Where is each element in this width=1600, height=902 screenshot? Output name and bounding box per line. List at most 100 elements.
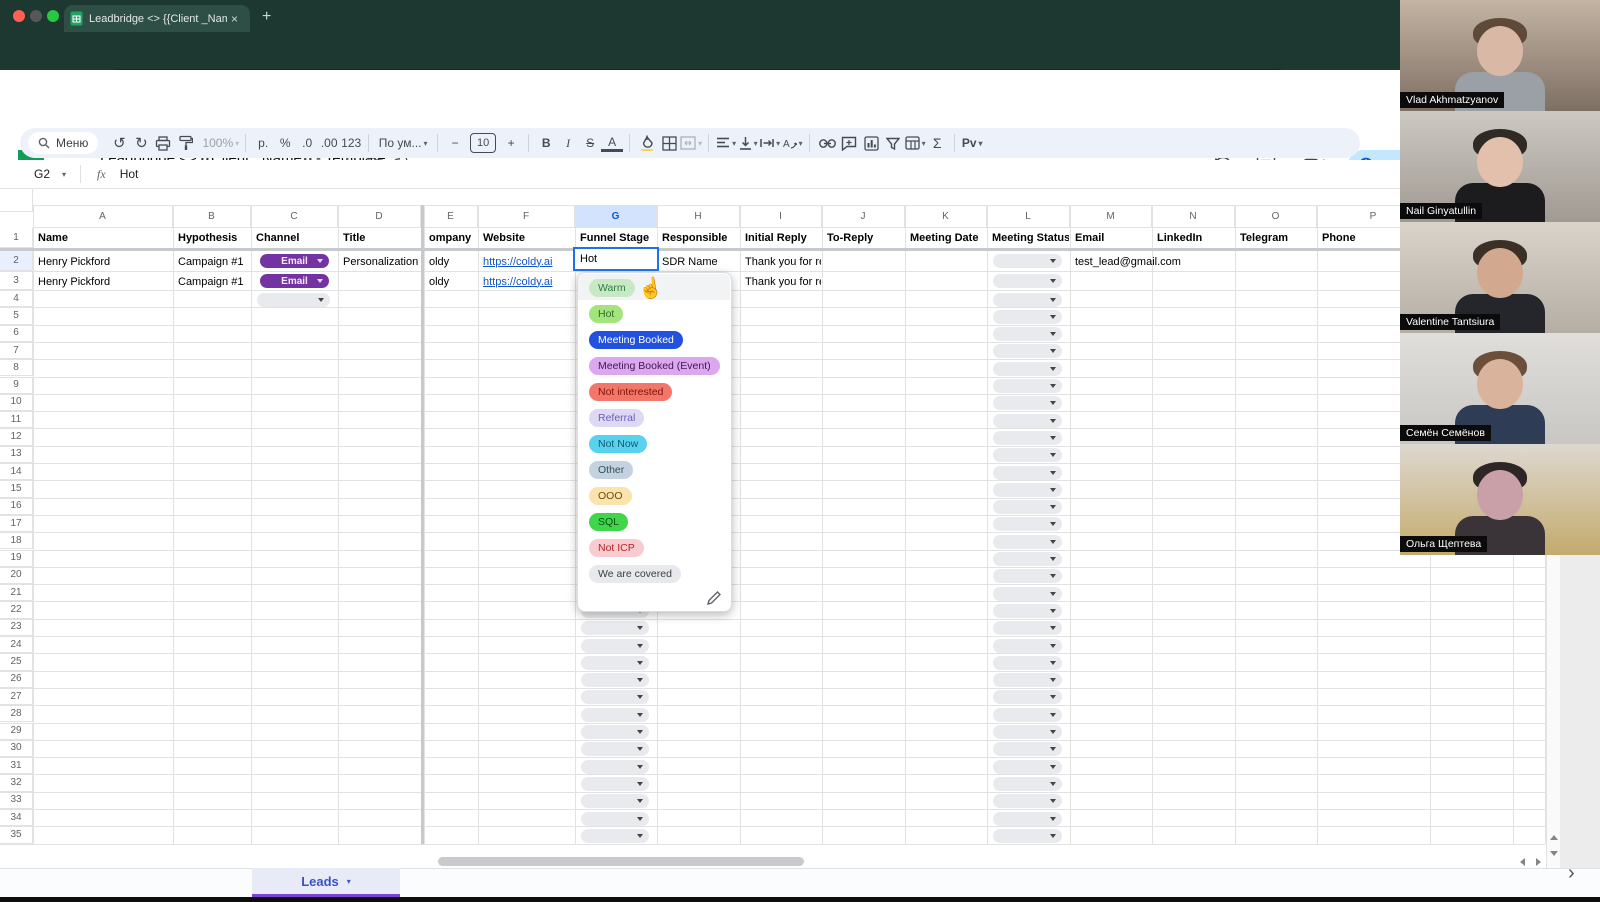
chip-caret-icon[interactable]: [317, 279, 323, 283]
meeting-status-chip[interactable]: [993, 569, 1062, 584]
fill-color-button[interactable]: [636, 131, 658, 155]
more-formats-button[interactable]: 123: [340, 131, 362, 155]
chip-caret-icon[interactable]: [1050, 470, 1056, 475]
dropdown-option-meeting-booked-event-[interactable]: Meeting Booked (Event): [589, 357, 720, 375]
row-header-28[interactable]: 28: [0, 705, 33, 723]
meeting-status-chip[interactable]: [993, 776, 1062, 791]
cell-I3[interactable]: Thank you for re: [745, 275, 821, 289]
row-header-16[interactable]: 16: [0, 497, 33, 515]
toolbar-search-menu[interactable]: Меню: [28, 132, 99, 154]
funnel-stage-chip[interactable]: [581, 673, 649, 688]
meeting-status-chip[interactable]: [993, 413, 1062, 428]
merge-cells-button[interactable]: ▾: [680, 131, 702, 155]
chip-caret-icon[interactable]: [1050, 366, 1056, 371]
close-window-button[interactable]: [13, 10, 25, 22]
pv-button[interactable]: Pv ▾: [961, 131, 983, 155]
row-header-19[interactable]: 19: [0, 549, 33, 567]
row-header-31[interactable]: 31: [0, 757, 33, 775]
cell-D2[interactable]: Personalization: [343, 255, 418, 269]
scroll-down-button[interactable]: [1550, 851, 1558, 856]
row-header-8[interactable]: 8: [0, 359, 33, 377]
row-header-27[interactable]: 27: [0, 687, 33, 706]
chip-caret-icon[interactable]: [1050, 799, 1056, 804]
row-header-20[interactable]: 20: [0, 566, 33, 585]
meeting-status-chip[interactable]: [993, 707, 1062, 722]
video-tile[interactable]: Vlad Akhmatzyanov: [1400, 0, 1600, 111]
row-header-1[interactable]: 1: [0, 228, 33, 248]
increase-font-size-button[interactable]: +: [500, 131, 522, 155]
scroll-left-button[interactable]: [1516, 856, 1528, 868]
row-header-21[interactable]: 21: [0, 584, 33, 602]
funnel-stage-chip[interactable]: [581, 811, 649, 826]
meeting-status-chip[interactable]: [993, 690, 1062, 705]
channel-chip[interactable]: Email: [260, 254, 329, 268]
chip-caret-icon[interactable]: [637, 695, 643, 700]
funnel-stage-chip[interactable]: [581, 725, 649, 739]
meeting-status-chip[interactable]: [993, 517, 1062, 532]
column-header-C[interactable]: C: [251, 205, 338, 228]
sheet-tab-leads[interactable]: Leads ▾: [252, 868, 400, 897]
formula-input[interactable]: Hot: [120, 167, 139, 181]
dropdown-option-not-interested[interactable]: Not interested: [589, 383, 673, 401]
header-cell-J[interactable]: To-Reply: [827, 231, 904, 245]
meeting-status-chip[interactable]: [993, 500, 1062, 515]
cell-E3[interactable]: oldy: [429, 275, 449, 289]
table-views-button[interactable]: ▾: [904, 131, 926, 155]
chip-caret-icon[interactable]: [1050, 660, 1056, 665]
chip-caret-icon[interactable]: [1050, 453, 1056, 458]
chip-caret-icon[interactable]: [1050, 643, 1056, 648]
chip-caret-icon[interactable]: [1050, 349, 1056, 354]
header-cell-O[interactable]: Telegram: [1240, 231, 1316, 245]
vertical-scrollbar[interactable]: [1546, 555, 1560, 868]
column-header-I[interactable]: I: [740, 205, 822, 228]
chip-caret-icon[interactable]: [1050, 314, 1056, 319]
row-header-23[interactable]: 23: [0, 618, 33, 636]
chip-caret-icon[interactable]: [637, 764, 643, 769]
cell-M2[interactable]: test_lead@gmail.com: [1075, 255, 1181, 269]
chip-caret-icon[interactable]: [1050, 695, 1056, 700]
dropdown-option-ooo[interactable]: OOO: [589, 487, 632, 505]
header-cell-N[interactable]: LinkedIn: [1157, 231, 1234, 245]
print-button[interactable]: [152, 131, 174, 155]
text-wrap-button[interactable]: ▾: [759, 131, 781, 155]
meeting-status-chip[interactable]: [993, 742, 1062, 757]
meeting-status-chip[interactable]: [993, 482, 1062, 497]
funnel-stage-chip[interactable]: [581, 621, 649, 636]
funnel-stage-chip[interactable]: [581, 690, 649, 705]
header-cell-H[interactable]: Responsible: [662, 231, 739, 245]
meeting-status-chip[interactable]: [993, 603, 1062, 618]
row-header-35[interactable]: 35: [0, 826, 33, 844]
chip-caret-icon[interactable]: [637, 712, 643, 717]
header-cell-F[interactable]: Website: [483, 231, 574, 245]
meeting-status-chip[interactable]: [993, 309, 1062, 324]
header-cell-D[interactable]: Title: [343, 231, 420, 245]
chip-caret-icon[interactable]: [1050, 591, 1056, 596]
meeting-status-chip[interactable]: [993, 759, 1062, 774]
text-rotation-button[interactable]: A ▾: [781, 131, 803, 155]
meeting-status-chip[interactable]: [993, 794, 1062, 809]
name-box[interactable]: G2: [0, 167, 60, 181]
chip-caret-icon[interactable]: [637, 747, 643, 752]
dropdown-option-referral[interactable]: Referral: [589, 409, 645, 427]
meeting-status-chip[interactable]: [993, 828, 1062, 843]
meeting-status-chip[interactable]: [993, 344, 1062, 359]
chip-caret-icon[interactable]: [1050, 418, 1056, 423]
row-header-4[interactable]: 4: [0, 290, 33, 308]
row-header-3[interactable]: 3: [0, 271, 33, 290]
horizontal-scrollbar[interactable]: [438, 857, 804, 866]
chip-caret-icon[interactable]: [1050, 626, 1056, 631]
row-header-34[interactable]: 34: [0, 809, 33, 827]
channel-empty-chip[interactable]: [257, 292, 330, 307]
row-header-6[interactable]: 6: [0, 324, 33, 342]
edit-pencil-icon[interactable]: [706, 591, 721, 606]
funnel-stage-chip[interactable]: [581, 776, 649, 791]
chip-caret-icon[interactable]: [637, 833, 643, 838]
column-header-A[interactable]: A: [33, 205, 173, 228]
funnel-stage-chip[interactable]: [581, 794, 649, 809]
header-cell-E[interactable]: ompany: [429, 231, 477, 245]
header-cell-C[interactable]: Channel: [256, 231, 337, 245]
close-tab-icon[interactable]: ×: [231, 12, 238, 26]
meeting-status-chip[interactable]: [993, 292, 1062, 307]
video-tile[interactable]: Valentine Tantsiura: [1400, 222, 1600, 333]
chip-caret-icon[interactable]: [637, 678, 643, 683]
